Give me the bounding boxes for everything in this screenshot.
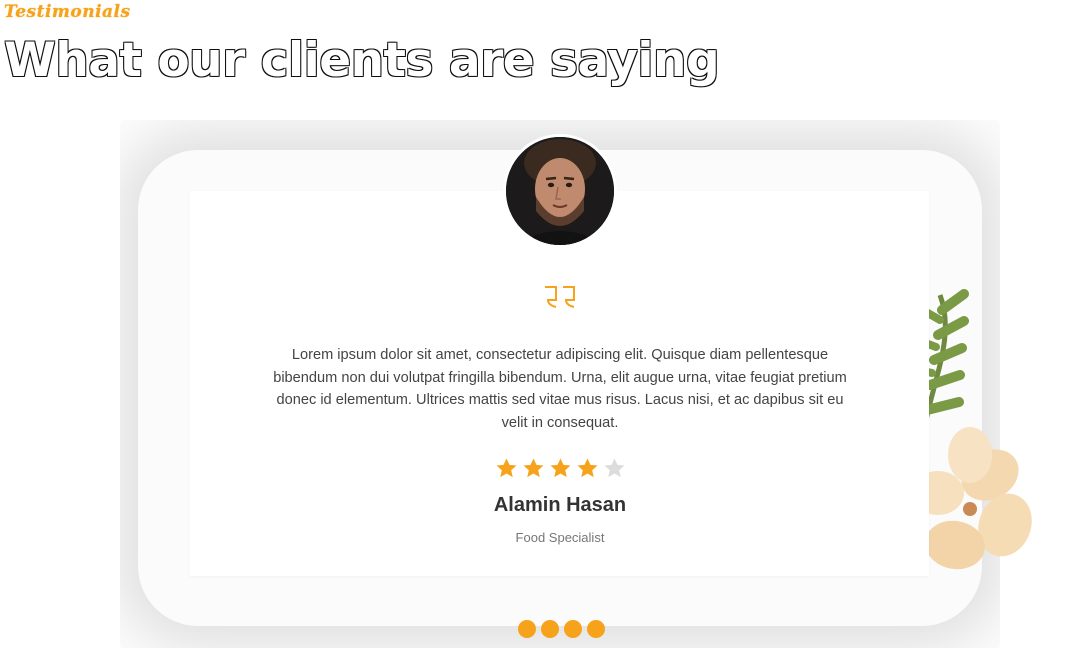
- star-filled-icon: [550, 458, 571, 478]
- star-filled-icon: [523, 458, 544, 478]
- testimonials-section: Testimonials What our clients are saying: [0, 0, 1080, 653]
- star-filled-icon: [496, 458, 517, 478]
- carousel-dot[interactable]: [518, 620, 536, 638]
- carousel-dots: [518, 620, 605, 638]
- rating-stars: [495, 457, 626, 480]
- reviewer-role: Food Specialist: [515, 530, 605, 545]
- section-eyebrow: Testimonials: [4, 2, 131, 22]
- quote-icon: [545, 286, 575, 308]
- carousel-dot[interactable]: [587, 620, 605, 638]
- star-empty-icon: [604, 458, 625, 478]
- section-heading: What our clients are saying: [4, 33, 720, 88]
- carousel-dot[interactable]: [541, 620, 559, 638]
- carousel-dot[interactable]: [564, 620, 582, 638]
- avatar: [503, 134, 617, 248]
- reviewer-name: Alamin Hasan: [493, 494, 627, 516]
- testimonial-text: Lorem ipsum dolor sit amet, consectetur …: [273, 347, 847, 431]
- star-filled-icon: [577, 458, 598, 478]
